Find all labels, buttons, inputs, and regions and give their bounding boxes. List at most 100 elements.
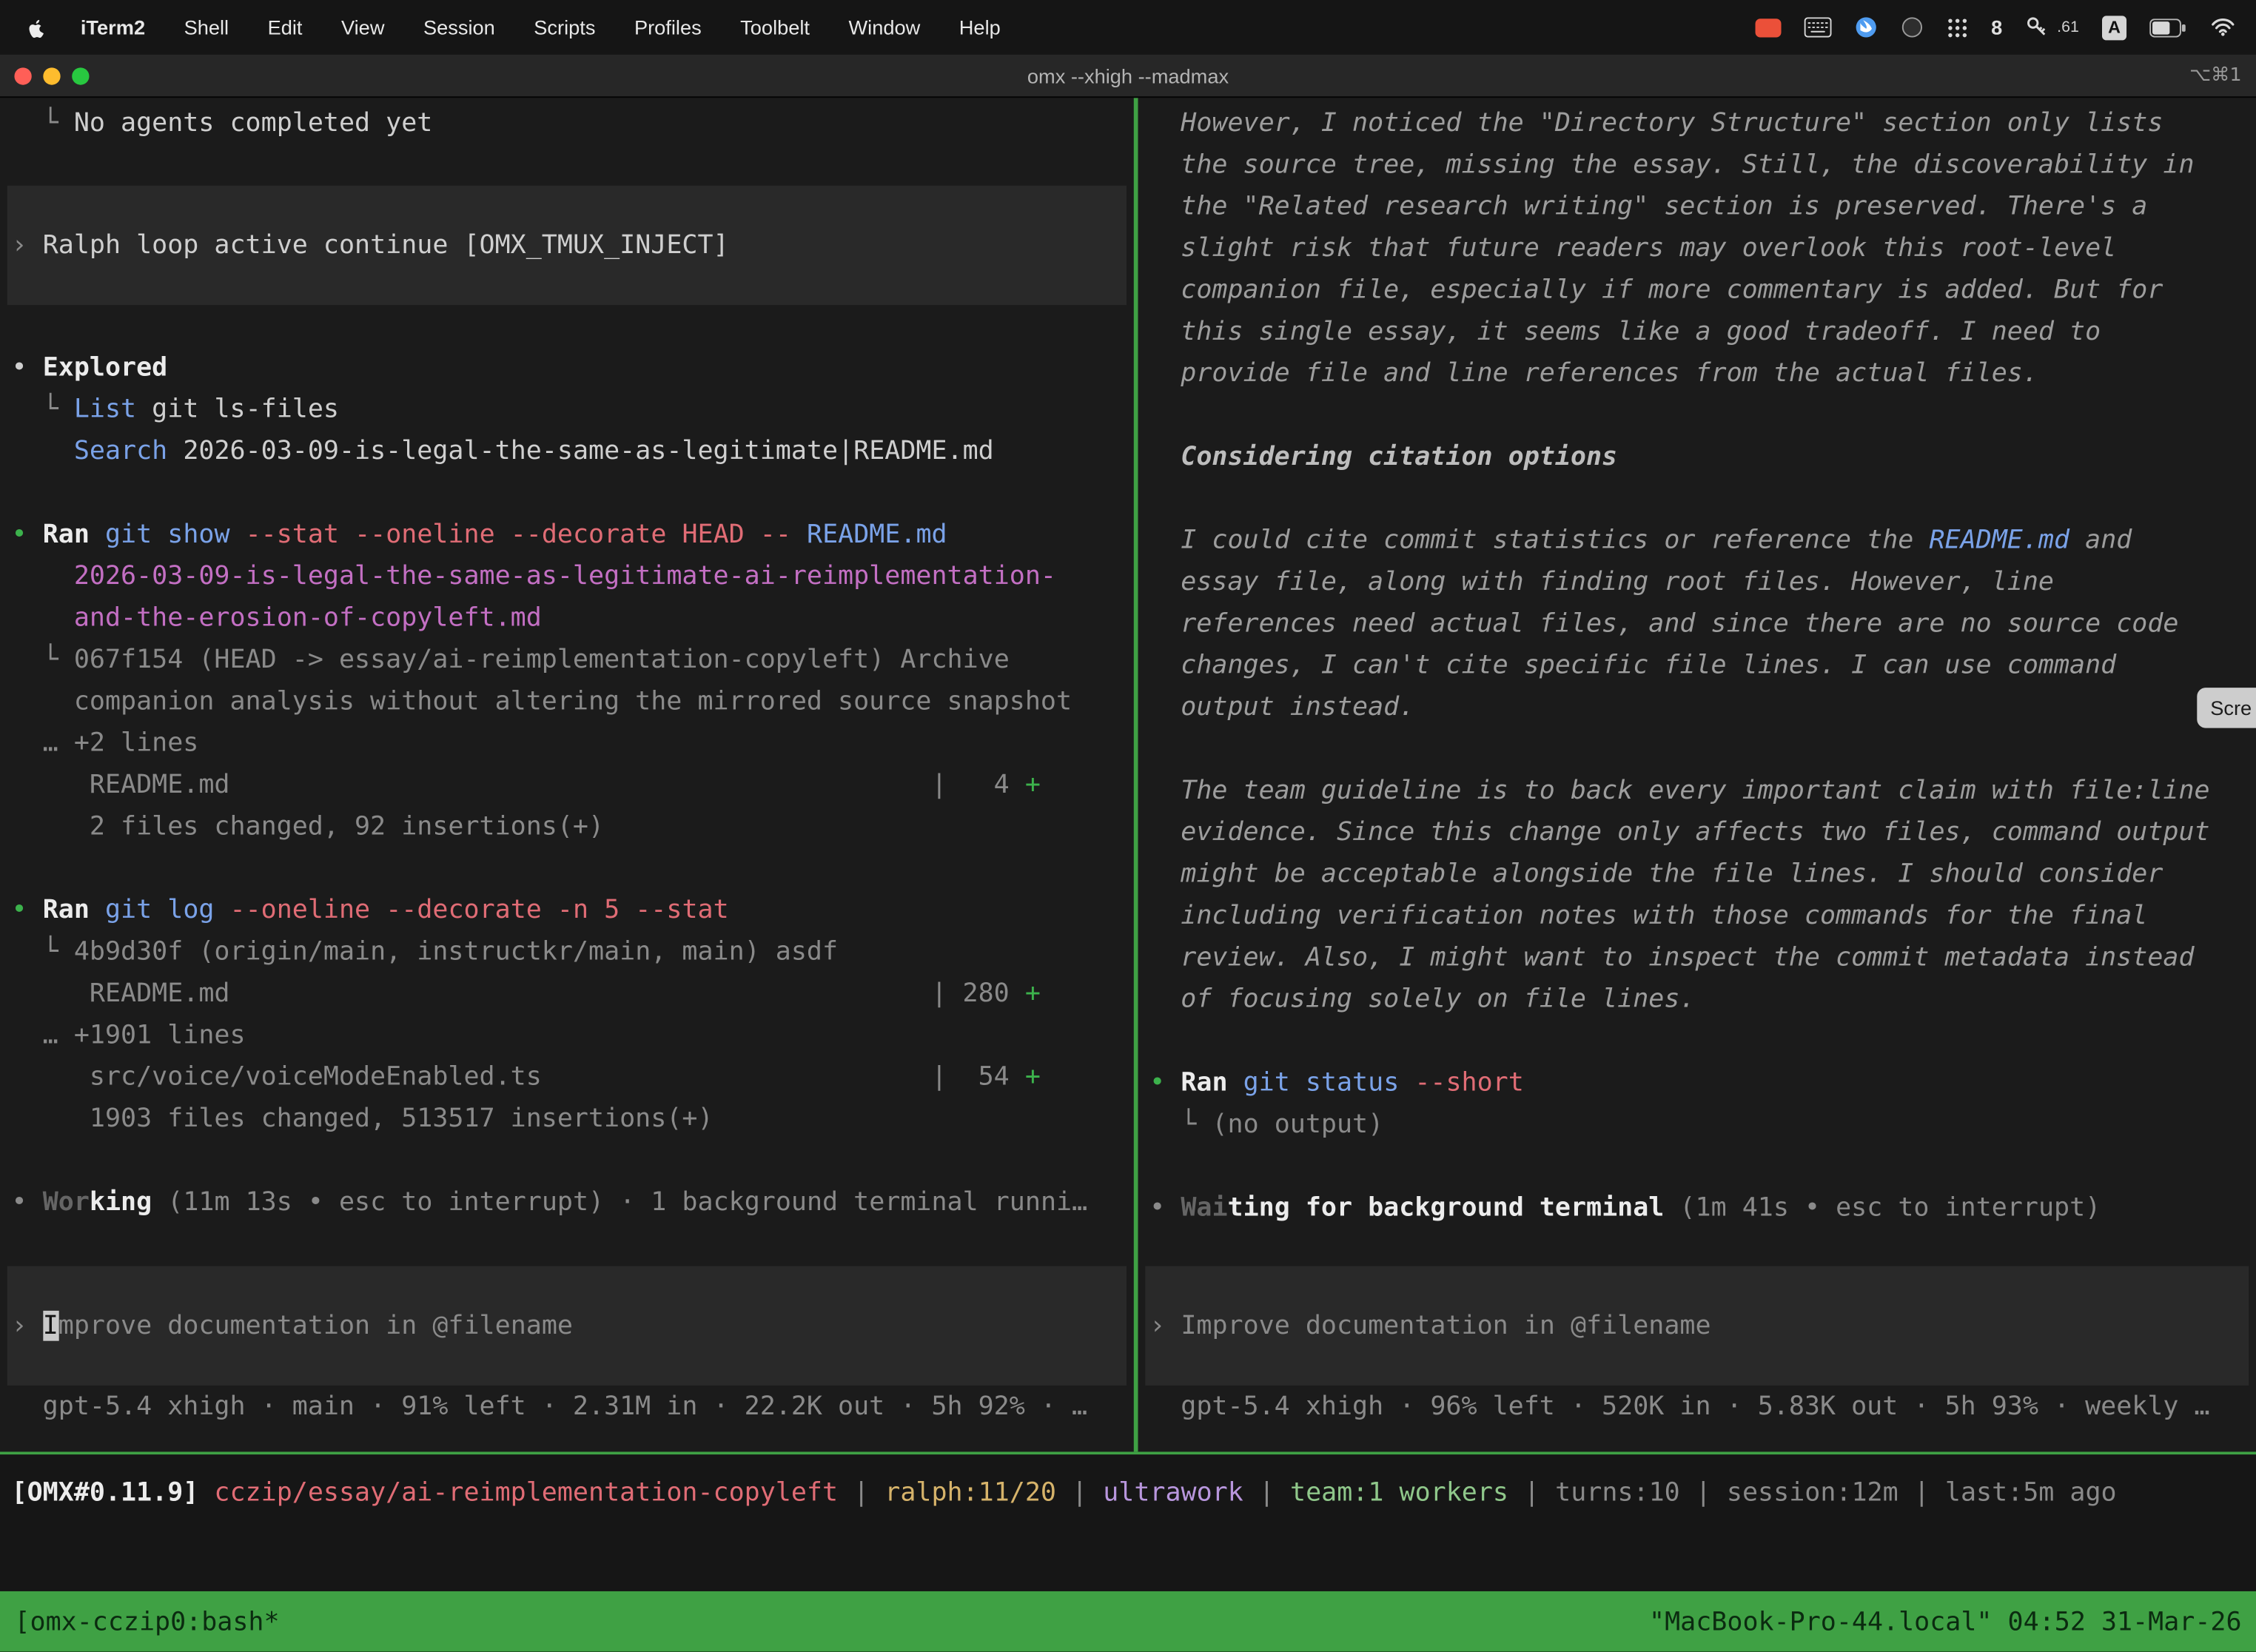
terminal-line: › Improve documentation in @filename xyxy=(7,1305,577,1346)
terminal-line: companion file, especially if more comme… xyxy=(1138,269,2256,311)
terminal-line: [OMX#0.11.9] cczip/essay/ai-reimplementa… xyxy=(0,1472,2256,1514)
menu-shell[interactable]: Shell xyxy=(184,16,229,38)
menu-session[interactable]: Session xyxy=(423,16,495,38)
terminal-line xyxy=(0,472,1134,514)
terminal-line: essay file, along with finding root file… xyxy=(1138,561,2256,602)
battery-icon[interactable] xyxy=(2149,18,2187,36)
minimize-button[interactable] xyxy=(43,67,60,84)
left-prompt-input-text: › Improve documentation in @filename xyxy=(7,1305,573,1346)
terminal-line: └ 4b9d30f (origin/main, instructkr/main,… xyxy=(0,931,1134,973)
apple-menu[interactable] xyxy=(26,15,46,39)
terminal-line: changes, I can't cite specific file line… xyxy=(1138,645,2256,686)
terminal-line: src/voice/voiceModeEnabled.ts | 54 + xyxy=(0,1056,1134,1098)
shield-icon[interactable] xyxy=(1901,16,1924,38)
badge-count[interactable]: 8 xyxy=(1991,16,2002,38)
menu-view[interactable]: View xyxy=(341,16,384,38)
terminal-line: 1903 files changed, 513517 insertions(+) xyxy=(0,1098,1134,1139)
terminal-line: references need actual files, and since … xyxy=(1138,602,2256,644)
omx-status-bar: [OMX#0.11.9] cczip/essay/ai-reimplementa… xyxy=(0,1454,2256,1591)
terminal-line: • Explored xyxy=(0,346,1134,388)
terminal-line: └ 067f154 (HEAD -> essay/ai-reimplementa… xyxy=(0,639,1134,680)
key-icon[interactable] xyxy=(2025,16,2048,38)
terminal-area: └ No agents completed yet › Ralph loop a… xyxy=(0,98,2256,1451)
terminal-line: └ (no output) xyxy=(1138,1104,2256,1145)
window-title-bar[interactable]: omx --xhigh --madmax ⌥⌘1 xyxy=(0,55,2256,98)
left-session-log: • Explored └ List git ls-files Search 20… xyxy=(0,346,1134,1223)
terminal-line: review. Also, I might want to inspect th… xyxy=(1138,936,2256,978)
close-button[interactable] xyxy=(14,67,31,84)
window-shortcut-label: ⌥⌘1 xyxy=(2189,64,2241,86)
agents-status: └ No agents completed yet xyxy=(0,102,1134,144)
terminal-line: • Waiting for background terminal (1m 41… xyxy=(1138,1187,2256,1229)
terminal-line xyxy=(0,1140,1134,1181)
terminal-line: might be acceptable alongside the file l… xyxy=(1138,853,2256,895)
terminal-line xyxy=(1138,1145,2256,1186)
terminal-line: the source tree, missing the essay. Stil… xyxy=(1138,144,2256,185)
terminal-line: I could cite commit statistics or refere… xyxy=(1138,520,2256,561)
terminal-line xyxy=(0,847,1134,889)
text-cursor: I xyxy=(43,1311,58,1341)
terminal-line: └ List git ls-files xyxy=(0,389,1134,430)
terminal-line xyxy=(1138,394,2256,436)
window-title: omx --xhigh --madmax xyxy=(0,64,2256,87)
terminal-line: README.md | 280 + xyxy=(0,973,1134,1014)
terminal-line: gpt-5.4 xhigh · 96% left · 520K in · 5.8… xyxy=(1138,1386,2256,1427)
terminal-line: README.md | 4 + xyxy=(0,764,1134,805)
terminal-line: • Working (11m 13s • esc to interrupt) ·… xyxy=(0,1181,1134,1223)
omx-status-line: [OMX#0.11.9] cczip/essay/ai-reimplementa… xyxy=(0,1472,2256,1514)
app-menus: iTerm2 Shell Edit View Session Scripts P… xyxy=(81,16,1001,38)
terminal-line: this single essay, it seems like a good … xyxy=(1138,311,2256,352)
left-prompt-input[interactable]: › Improve documentation in @filename xyxy=(7,1266,1127,1386)
terminal-line: gpt-5.4 xhigh · main · 91% left · 2.31M … xyxy=(0,1386,1134,1427)
dots-grid-icon[interactable] xyxy=(1947,16,1968,38)
terminal-line: Considering citation options xyxy=(1138,436,2256,477)
input-source-icon[interactable]: A xyxy=(2102,15,2126,39)
terminal-line: including verification notes with those … xyxy=(1138,895,2256,936)
tmux-session-label: [omx-cczip0:bash* xyxy=(14,1606,279,1636)
left-pane-output: └ No agents completed yet › Ralph loop a… xyxy=(0,98,1134,1266)
terminal-line: provide file and line references from th… xyxy=(1138,352,2256,394)
zoom-button[interactable] xyxy=(72,67,89,84)
screen-share-badge[interactable]: Scre xyxy=(2198,688,2256,728)
terminal-line: • Ran git log --oneline --decorate -n 5 … xyxy=(0,889,1134,930)
window-controls xyxy=(0,67,90,84)
menu-edit[interactable]: Edit xyxy=(268,16,303,38)
wifi-icon[interactable] xyxy=(2210,17,2236,37)
menu-help[interactable]: Help xyxy=(959,16,1001,38)
right-session-log: However, I noticed the "Directory Struct… xyxy=(1138,102,2256,1229)
menu-window[interactable]: Window xyxy=(848,16,920,38)
menu-iterm2[interactable]: iTerm2 xyxy=(81,16,145,38)
menu-scripts[interactable]: Scripts xyxy=(534,16,595,38)
key-icon-label: .61 xyxy=(2057,19,2079,36)
right-terminal-pane[interactable]: However, I noticed the "Directory Struct… xyxy=(1138,98,2256,1451)
menu-profiles[interactable]: Profiles xyxy=(634,16,702,38)
terminal-line: 2 files changed, 92 insertions(+) xyxy=(0,806,1134,847)
terminal-line: slight risk that future readers may over… xyxy=(1138,227,2256,269)
tmux-host-clock: "MacBook-Pro-44.local" 04:52 31-Mar-26 xyxy=(1649,1606,2242,1636)
terminal-line: Search 2026-03-09-is-legal-the-same-as-l… xyxy=(0,430,1134,471)
right-prompt-input-text: › Improve documentation in @filename xyxy=(1145,1305,1711,1346)
terminal-line: and-the-erosion-of-copyleft.md xyxy=(0,597,1134,639)
terminal-line: › Ralph loop active continue [OMX_TMUX_I… xyxy=(7,224,733,266)
iterm2-window: iTerm2 Shell Edit View Session Scripts P… xyxy=(0,0,2256,1652)
terminal-line: of focusing solely on file lines. xyxy=(1138,978,2256,1020)
macos-menu-bar: iTerm2 Shell Edit View Session Scripts P… xyxy=(0,0,2256,55)
terminal-line xyxy=(1138,1020,2256,1061)
terminal-line: … +1901 lines xyxy=(0,1014,1134,1055)
terminal-line: … +2 lines xyxy=(0,722,1134,764)
menu-bar-status-icons: 8 .61 A xyxy=(1755,15,2235,39)
terminal-line: 2026-03-09-is-legal-the-same-as-legitima… xyxy=(0,555,1134,597)
screen-recording-indicator[interactable] xyxy=(1755,18,1781,36)
swift-icon[interactable] xyxy=(1854,16,1877,38)
right-model-status-line: gpt-5.4 xhigh · 96% left · 520K in · 5.8… xyxy=(1138,1386,2256,1427)
ralph-loop-banner: › Ralph loop active continue [OMX_TMUX_I… xyxy=(7,186,1127,305)
terminal-line: the "Related research writing" section i… xyxy=(1138,186,2256,227)
left-terminal-pane[interactable]: └ No agents completed yet › Ralph loop a… xyxy=(0,98,1138,1451)
menu-toolbelt[interactable]: Toolbelt xyxy=(740,16,810,38)
keyboard-icon[interactable] xyxy=(1804,17,1831,37)
terminal-line: The team guideline is to back every impo… xyxy=(1138,770,2256,811)
right-prompt-input[interactable]: › Improve documentation in @filename xyxy=(1145,1266,2249,1386)
terminal-line: output instead. xyxy=(1138,686,2256,728)
tmux-status-bar: [omx-cczip0:bash* "MacBook-Pro-44.local"… xyxy=(0,1591,2256,1652)
terminal-line: • Ran git show --stat --oneline --decora… xyxy=(0,514,1134,555)
